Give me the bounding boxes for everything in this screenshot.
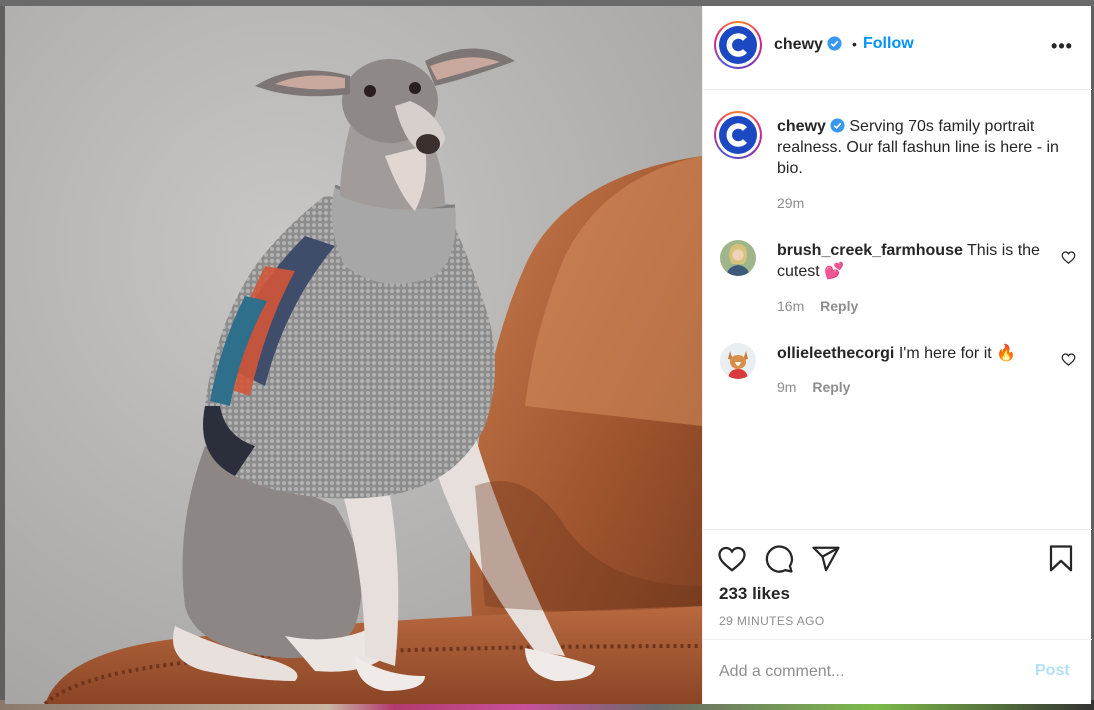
- comment-username[interactable]: brush_creek_farmhouse: [777, 242, 963, 259]
- comment-body: I'm here for it 🔥: [898, 345, 1017, 362]
- follow-button[interactable]: Follow: [863, 35, 914, 53]
- dog-photo: [5, 6, 702, 704]
- commenter-avatar[interactable]: [720, 240, 756, 276]
- post-side-panel: chewy • Follow ••• chewy Serving 70s fam…: [702, 6, 1092, 704]
- post-comment-button[interactable]: Post: [1035, 662, 1070, 680]
- caption-text: chewy Serving 70s family portrait realne…: [777, 116, 1082, 179]
- comment-text: brush_creek_farmhouse This is the cutest…: [777, 240, 1042, 282]
- post-actions: 233 likes 29 MINUTES AGO: [703, 529, 1092, 639]
- author-avatar[interactable]: [714, 21, 762, 69]
- heart-icon[interactable]: [717, 544, 747, 574]
- caption-timestamp[interactable]: 29m: [777, 195, 804, 211]
- comment-icon[interactable]: [764, 544, 794, 574]
- caption-avatar[interactable]: [714, 111, 762, 159]
- comment-composer: Post: [703, 639, 1092, 704]
- heart-icon[interactable]: [1061, 352, 1076, 367]
- separator-dot: •: [852, 36, 857, 52]
- comment-time[interactable]: 16m: [777, 298, 804, 314]
- verified-badge-icon: [827, 36, 842, 51]
- comment-text: ollieleethecorgi I'm here for it 🔥: [777, 343, 1042, 364]
- reply-button[interactable]: Reply: [820, 298, 858, 314]
- caption-username[interactable]: chewy: [777, 118, 826, 135]
- more-icon[interactable]: •••: [1051, 36, 1073, 56]
- share-icon[interactable]: [811, 544, 841, 574]
- post-image[interactable]: [5, 6, 702, 704]
- heart-icon[interactable]: [1061, 250, 1076, 265]
- bookmark-icon[interactable]: [1046, 544, 1076, 574]
- author-username-link[interactable]: chewy: [774, 36, 842, 54]
- post-header: chewy • Follow •••: [703, 6, 1092, 90]
- chewy-logo-icon: [719, 116, 757, 154]
- comment-username[interactable]: ollieleethecorgi: [777, 345, 894, 362]
- commenter-avatar[interactable]: [720, 343, 756, 379]
- likes-count[interactable]: 233 likes: [719, 584, 790, 604]
- chewy-logo-icon: [719, 26, 757, 64]
- reply-button[interactable]: Reply: [812, 379, 850, 395]
- author-username[interactable]: chewy: [774, 36, 823, 53]
- verified-badge-icon: [830, 118, 845, 133]
- post-modal: chewy • Follow ••• chewy Serving 70s fam…: [5, 6, 1092, 704]
- post-timestamp[interactable]: 29 MINUTES AGO: [719, 614, 825, 628]
- comment-meta: 16m Reply: [777, 298, 858, 314]
- comment-time[interactable]: 9m: [777, 379, 796, 395]
- comment-input[interactable]: [719, 658, 1019, 686]
- comment-meta: 9m Reply: [777, 379, 850, 395]
